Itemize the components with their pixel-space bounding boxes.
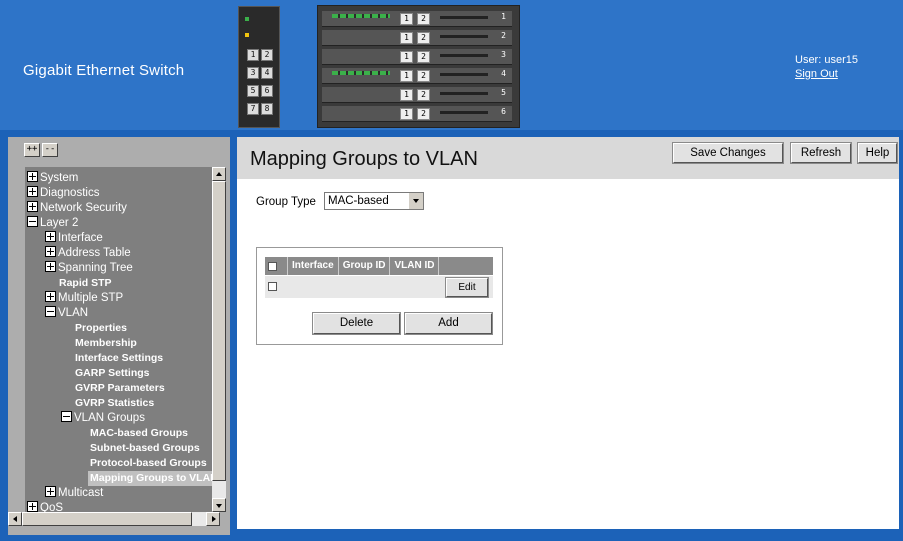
front-port: 5 [247, 85, 259, 97]
collapse-icon[interactable] [61, 411, 72, 422]
tree-item-properties[interactable]: Properties [75, 321, 127, 336]
expand-icon[interactable] [45, 291, 56, 302]
expand-icon[interactable] [45, 261, 56, 272]
blade-chassis-image: 121 122 123 124 125 126 [317, 5, 520, 128]
tree-item-layer-2[interactable]: Layer 2 [27, 216, 78, 231]
expand-icon[interactable] [27, 171, 38, 182]
front-port: 4 [261, 67, 273, 79]
expand-all-button[interactable]: ++ [24, 143, 40, 157]
user-label: User: user15 [795, 54, 858, 66]
tree-item-multiple-stp[interactable]: Multiple STP [45, 291, 123, 306]
table-header: Interface Group ID VLAN ID [265, 257, 493, 275]
scroll-down-icon[interactable] [212, 498, 226, 512]
navigation-tree: System Diagnostics Network Security Laye… [25, 167, 212, 512]
select-all-checkbox[interactable] [268, 261, 277, 271]
tree-item-rapid-stp[interactable]: Rapid STP [59, 276, 112, 291]
sign-out-link[interactable]: Sign Out [795, 67, 858, 81]
expand-icon[interactable] [27, 501, 38, 512]
group-type-select[interactable]: MAC-based [324, 192, 424, 210]
tree-item-mapping-groups-to-vlan[interactable]: Mapping Groups to VLAN [88, 471, 212, 486]
blade: 122 [322, 30, 512, 46]
front-port: 6 [261, 85, 273, 97]
expand-icon[interactable] [45, 486, 56, 497]
tree-item-membership[interactable]: Membership [75, 336, 137, 351]
blade: 126 [322, 106, 512, 122]
delete-button[interactable]: Delete [312, 312, 401, 335]
tree-item-gvrp-parameters[interactable]: GVRP Parameters [75, 381, 165, 396]
front-port: 3 [247, 67, 259, 79]
row-checkbox[interactable] [268, 282, 277, 291]
front-port: 2 [261, 49, 273, 61]
expand-icon[interactable] [27, 201, 38, 212]
tree-item-subnet-based-groups[interactable]: Subnet-based Groups [90, 441, 200, 456]
column-header-group-id: Group ID [339, 257, 391, 275]
tree-item-system[interactable]: System [27, 171, 78, 186]
scroll-thumb[interactable] [22, 512, 192, 526]
tree-item-gvrp-statistics[interactable]: GVRP Statistics [75, 396, 154, 411]
blade: 121 [322, 11, 512, 27]
front-port: 8 [261, 103, 273, 115]
blade: 125 [322, 87, 512, 103]
group-type-label: Group Type [256, 196, 316, 208]
edit-button[interactable]: Edit [445, 277, 489, 298]
save-changes-button[interactable]: Save Changes [672, 142, 784, 164]
content-area [237, 179, 899, 529]
tree-horizontal-scrollbar[interactable] [8, 512, 220, 526]
page-title: Mapping Groups to VLAN [250, 148, 478, 170]
scroll-thumb[interactable] [212, 181, 226, 481]
expand-icon[interactable] [45, 231, 56, 242]
tree-expand-controls: ++ -- [24, 143, 58, 157]
column-header-vlan-id: VLAN ID [390, 257, 440, 275]
collapse-all-button[interactable]: -- [42, 143, 58, 157]
collapse-icon[interactable] [27, 216, 38, 227]
scroll-left-icon[interactable] [8, 512, 22, 526]
expand-icon[interactable] [27, 186, 38, 197]
tree-item-network-security[interactable]: Network Security [27, 201, 127, 216]
tree-item-interface[interactable]: Interface [45, 231, 103, 246]
group-type-value: MAC-based [328, 195, 389, 207]
app-title: Gigabit Ethernet Switch [23, 62, 185, 79]
refresh-button[interactable]: Refresh [790, 142, 852, 164]
tree-item-qos[interactable]: QoS [27, 501, 63, 512]
column-header-interface: Interface [288, 257, 339, 275]
status-led-green [245, 17, 249, 21]
front-port: 1 [247, 49, 259, 61]
user-info: User: user15 Sign Out [795, 53, 858, 81]
chevron-down-icon[interactable] [408, 193, 423, 209]
blade: 123 [322, 49, 512, 65]
tree-item-multicast[interactable]: Multicast [45, 486, 103, 501]
switch-front-panel-image: 1 2 3 4 5 6 7 8 [238, 6, 280, 128]
collapse-icon[interactable] [45, 306, 56, 317]
tree-item-diagnostics[interactable]: Diagnostics [27, 186, 99, 201]
blade: 124 [322, 68, 512, 84]
tree-item-protocol-based-groups[interactable]: Protocol-based Groups [90, 456, 207, 471]
tree-item-spanning-tree[interactable]: Spanning Tree [45, 261, 133, 276]
tree-item-interface-settings[interactable]: Interface Settings [75, 351, 163, 366]
header-bar: Gigabit Ethernet Switch 1 2 3 4 5 6 7 8 … [0, 0, 903, 130]
help-button[interactable]: Help [857, 142, 898, 164]
status-led-yellow [245, 33, 249, 37]
expand-icon[interactable] [45, 246, 56, 257]
tree-item-mac-based-groups[interactable]: MAC-based Groups [90, 426, 188, 441]
tree-item-vlan[interactable]: VLAN [45, 306, 88, 321]
add-button[interactable]: Add [404, 312, 493, 335]
scroll-up-icon[interactable] [212, 167, 226, 181]
front-port: 7 [247, 103, 259, 115]
tree-item-garp-settings[interactable]: GARP Settings [75, 366, 149, 381]
tree-item-address-table[interactable]: Address Table [45, 246, 131, 261]
tree-vertical-scrollbar[interactable] [212, 167, 226, 512]
tree-item-vlan-groups[interactable]: VLAN Groups [61, 411, 145, 426]
scroll-right-icon[interactable] [206, 512, 220, 526]
